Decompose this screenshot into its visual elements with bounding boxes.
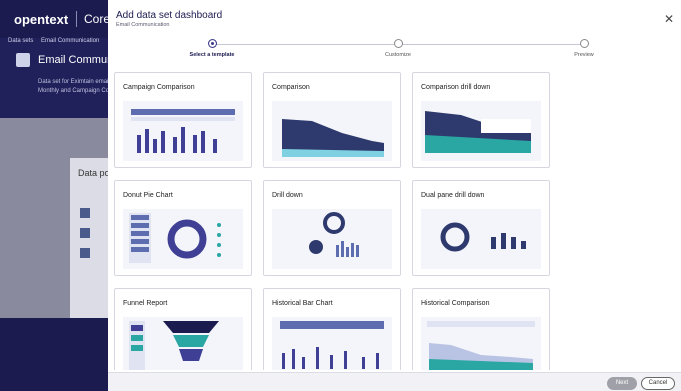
template-thumbnail [123, 101, 243, 161]
template-title: Comparison drill down [421, 84, 491, 91]
close-icon[interactable]: ✕ [663, 13, 675, 25]
breadcrumb-item[interactable]: Email Communication [41, 38, 99, 44]
template-card-donut-pie-chart[interactable]: Donut Pie Chart [114, 180, 252, 276]
comparison-preview [282, 119, 384, 157]
dataset-description: Data set for Eximtain email Monthly and … [38, 79, 110, 94]
list-item-icon [80, 248, 90, 258]
cancel-button[interactable]: Cancel [641, 377, 675, 390]
template-title: Funnel Report [123, 300, 168, 307]
drill-down-preview [309, 212, 359, 257]
step-indicator [207, 39, 217, 48]
template-thumbnail [272, 317, 392, 370]
template-title: Dual pane drill down [421, 192, 485, 199]
template-card-dual-pane-drill-down[interactable]: Dual pane drill down [412, 180, 550, 276]
step-customize[interactable]: Customize [338, 39, 458, 58]
template-card-campaign-comparison[interactable]: Campaign Comparison [114, 72, 252, 168]
funnel-report-preview [129, 321, 219, 370]
historical-bar-chart-preview [280, 321, 384, 369]
step-preview[interactable]: Preview [524, 39, 644, 58]
template-thumbnail [421, 101, 541, 161]
template-card-comparison[interactable]: Comparison [263, 72, 401, 168]
wizard-stepper: Select a template Customize Preview [108, 36, 681, 62]
step-label: Preview [574, 52, 594, 58]
template-thumbnail [272, 101, 392, 161]
template-thumbnail [421, 209, 541, 269]
template-card-comparison-drill-down[interactable]: Comparison drill down [412, 72, 550, 168]
template-title: Comparison [272, 84, 310, 91]
template-title: Historical Bar Chart [272, 300, 333, 307]
template-thumbnail [272, 209, 392, 269]
template-thumbnail [123, 317, 243, 370]
breadcrumb: Data sets Email Communication [8, 38, 105, 44]
next-button[interactable]: Next [607, 377, 637, 390]
header-divider [76, 11, 77, 27]
template-thumbnail [123, 209, 243, 269]
dialog-subtitle: Email Communication [116, 22, 170, 28]
template-thumbnail [421, 317, 541, 370]
donut-pie-preview [129, 213, 221, 263]
panel-title: Data po [78, 168, 110, 178]
historical-comparison-preview [427, 321, 535, 370]
campaign-comparison-preview [131, 109, 235, 153]
step-label: Select a template [189, 52, 235, 58]
step-indicator [579, 39, 589, 48]
template-card-historical-bar-chart[interactable]: Historical Bar Chart [263, 288, 401, 370]
dual-pane-drill-down-preview [440, 222, 526, 252]
app-logo: opentext [14, 12, 69, 27]
add-dashboard-dialog: Add data set dashboard Email Communicati… [108, 0, 681, 391]
app-product-name: Core [84, 12, 111, 26]
template-card-funnel-report[interactable]: Funnel Report [114, 288, 252, 370]
list-item-icon [80, 208, 90, 218]
dialog-footer: Next Cancel [108, 372, 681, 391]
template-title: Donut Pie Chart [123, 192, 173, 199]
template-card-drill-down[interactable]: Drill down [263, 180, 401, 276]
step-select-template[interactable]: Select a template [152, 39, 272, 58]
dialog-header: Add data set dashboard Email Communicati… [108, 0, 681, 36]
template-grid: Campaign Comparison Comparison Compariso… [114, 70, 674, 370]
list-item [80, 228, 104, 240]
dialog-title: Add data set dashboard [116, 10, 223, 21]
template-card-historical-comparison[interactable]: Historical Comparison [412, 288, 550, 370]
template-title: Historical Comparison [421, 300, 490, 307]
list-item [80, 208, 104, 220]
step-indicator [393, 39, 403, 48]
template-title: Drill down [272, 192, 303, 199]
list-item-icon [80, 228, 90, 238]
template-title: Campaign Comparison [123, 84, 195, 91]
app-footer [0, 318, 110, 391]
breadcrumb-item[interactable]: Data sets [8, 38, 33, 44]
comparison-drill-down-preview [425, 111, 531, 153]
list-item [80, 248, 104, 260]
dataset-icon [16, 53, 30, 67]
step-label: Customize [385, 52, 411, 58]
